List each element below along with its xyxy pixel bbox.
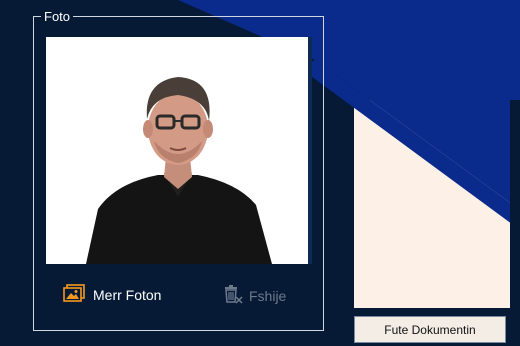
profile-photo xyxy=(46,37,309,264)
get-photo-label: Merr Foton xyxy=(93,286,162,303)
photo-frame-edge xyxy=(308,37,312,264)
trash-icon xyxy=(222,284,244,307)
delete-photo-button[interactable]: Fshije xyxy=(222,284,286,307)
photo-gallery-icon xyxy=(63,284,85,305)
delete-photo-label: Fshije xyxy=(249,287,287,304)
document-preview xyxy=(354,100,510,308)
photo-groupbox-title: Foto xyxy=(41,9,74,24)
get-photo-button[interactable]: Merr Foton xyxy=(63,284,161,305)
insert-document-button[interactable]: Fute Dokumentin xyxy=(354,316,506,343)
document-panel-edge xyxy=(510,100,520,346)
